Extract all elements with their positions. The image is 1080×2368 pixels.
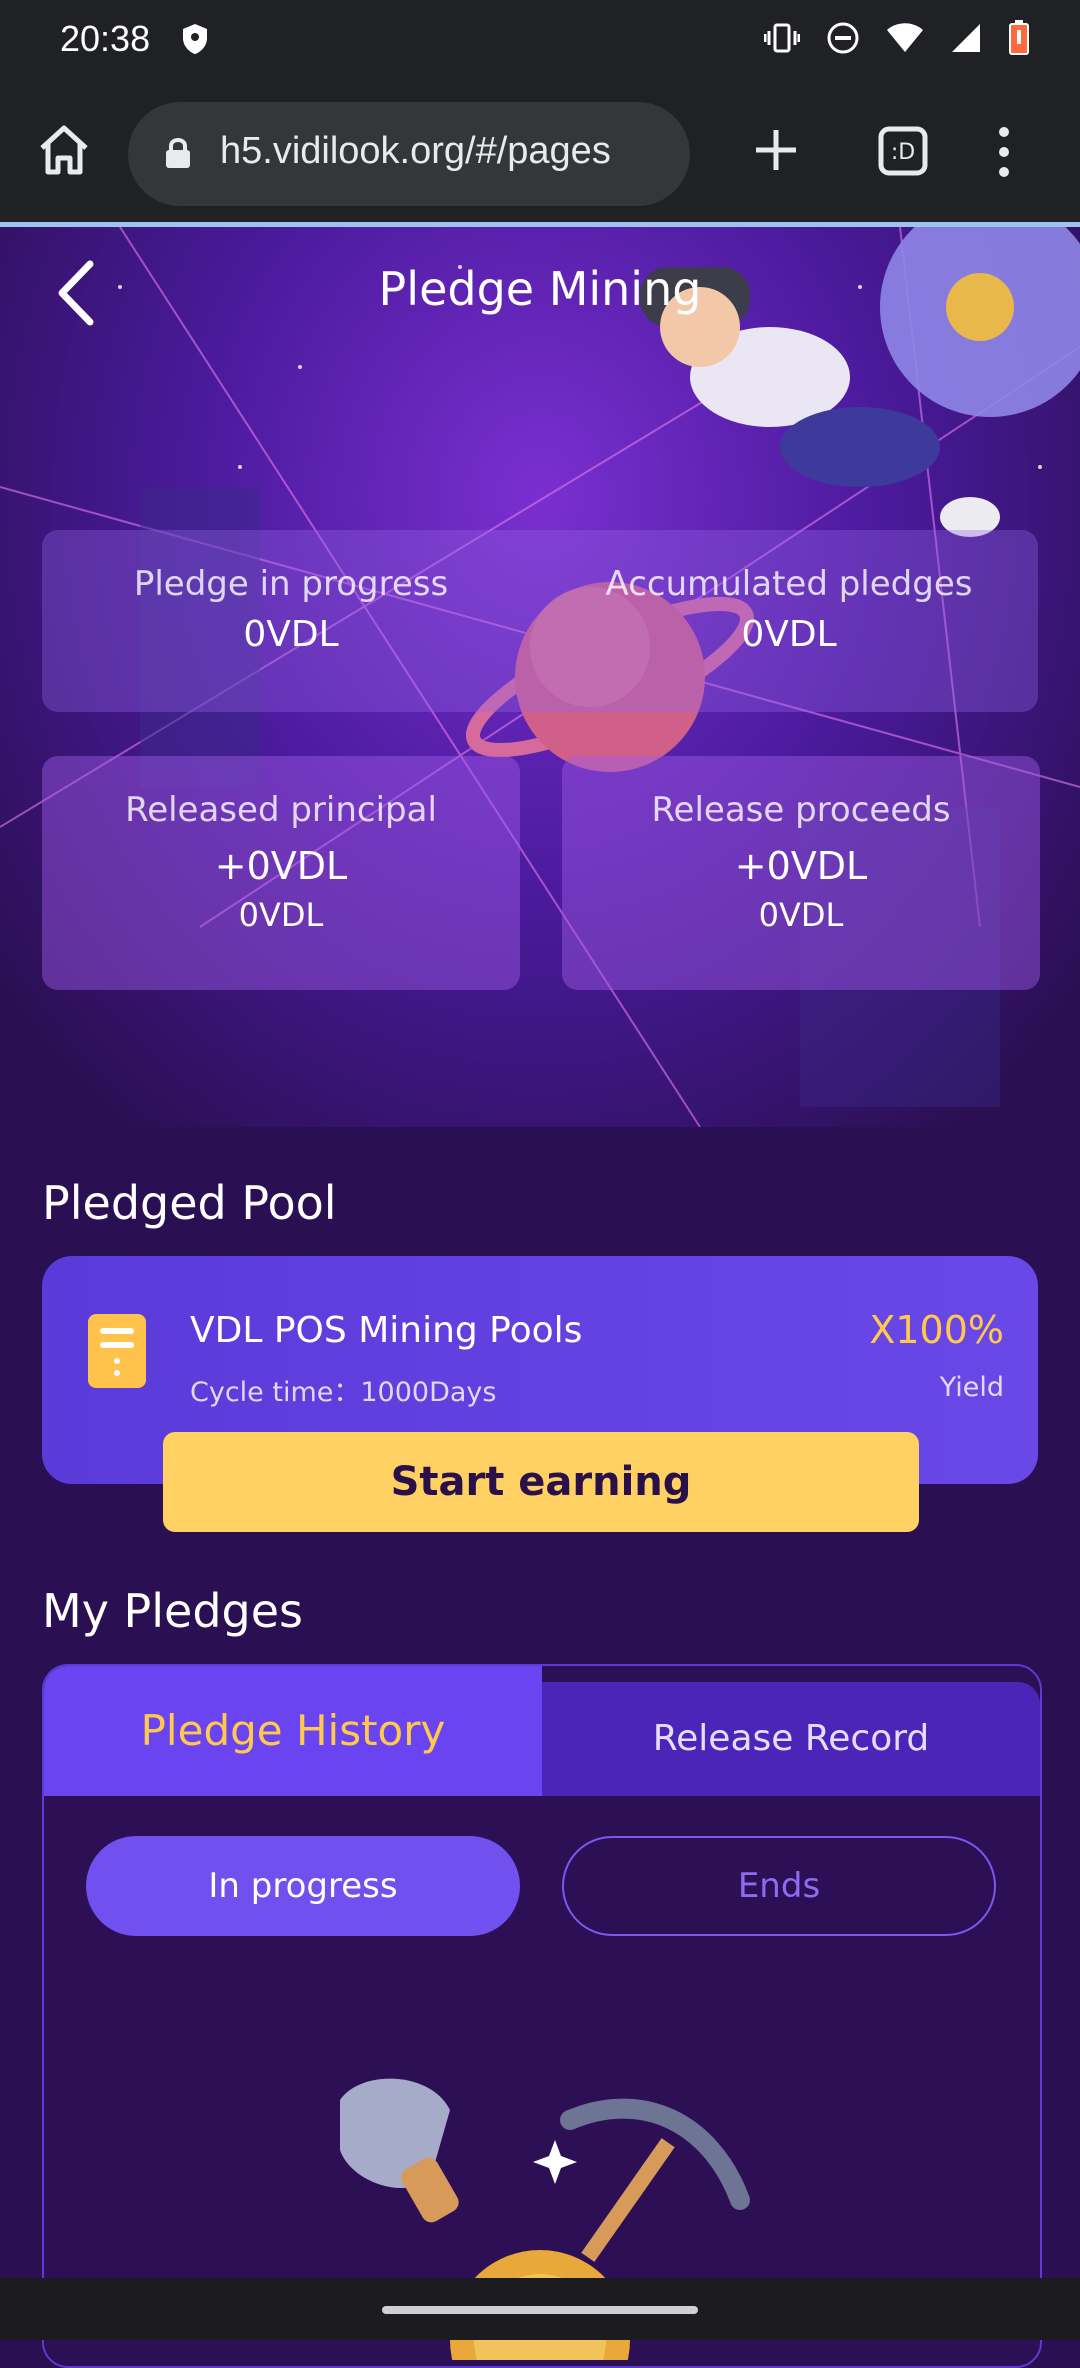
shield-icon xyxy=(183,24,207,54)
released-principal-sub: 0VDL xyxy=(238,896,324,934)
pledge-in-progress: Pledge in progress 0VDL xyxy=(42,564,540,655)
pledge-summary-card: Pledge in progress 0VDL Accumulated pled… xyxy=(42,530,1038,712)
filter-in-progress[interactable]: In progress xyxy=(86,1836,520,1936)
gesture-handle[interactable] xyxy=(382,2306,698,2314)
overflow-menu-icon[interactable] xyxy=(992,124,1016,180)
tab-switcher-icon[interactable]: :D xyxy=(878,126,928,176)
release-proceeds-label: Release proceeds xyxy=(651,790,951,830)
page-title: Pledge Mining xyxy=(378,262,702,316)
wifi-icon xyxy=(887,23,923,52)
my-pledges-title: My Pledges xyxy=(42,1584,304,1638)
pool-yield-label: Yield xyxy=(939,1372,1004,1403)
do-not-disturb-icon xyxy=(827,22,859,54)
released-principal-card: Released principal +0VDL 0VDL xyxy=(42,756,520,990)
released-principal-label: Released principal xyxy=(125,790,437,830)
pledged-pool-title: Pledged Pool xyxy=(42,1176,337,1230)
filter-ends[interactable]: Ends xyxy=(562,1836,996,1936)
accumulated-pledges-label: Accumulated pledges xyxy=(605,564,973,604)
status-time: 20:38 xyxy=(60,18,151,59)
vibrate-icon xyxy=(764,23,800,53)
release-proceeds-sub: 0VDL xyxy=(758,896,844,934)
pool-name: VDL POS Mining Pools xyxy=(190,1310,583,1351)
signal-icon xyxy=(952,24,980,52)
pledge-in-progress-value: 0VDL xyxy=(243,614,339,655)
svg-text::D: :D xyxy=(891,140,915,165)
new-tab-icon[interactable] xyxy=(752,126,800,174)
tab-release-record[interactable]: Release Record xyxy=(542,1682,1040,1796)
accumulated-pledges-value: 0VDL xyxy=(741,614,837,655)
browser-toolbar: h5.vidilook.org/#/pages :D xyxy=(0,80,1080,222)
tab-pledge-history[interactable]: Pledge History xyxy=(44,1666,542,1796)
pool-yield-value: X100% xyxy=(869,1308,1004,1352)
pool-cycle-time: Cycle time：1000Days xyxy=(190,1377,497,1408)
release-proceeds-value: +0VDL xyxy=(734,844,868,888)
lock-icon xyxy=(166,138,190,168)
home-icon[interactable] xyxy=(36,122,92,178)
address-bar[interactable]: h5.vidilook.org/#/pages xyxy=(128,102,690,206)
system-nav-bar xyxy=(0,2278,1080,2340)
released-principal-value: +0VDL xyxy=(214,844,348,888)
battery-icon xyxy=(1009,20,1029,55)
accumulated-pledges: Accumulated pledges 0VDL xyxy=(540,564,1038,655)
document-icon xyxy=(88,1314,146,1388)
release-proceeds-card: Release proceeds +0VDL 0VDL xyxy=(562,756,1040,990)
status-bar: 20:38 xyxy=(0,0,1080,80)
start-earning-button[interactable]: Start earning xyxy=(163,1432,919,1532)
url-text: h5.vidilook.org/#/pages xyxy=(220,130,611,172)
pledge-in-progress-label: Pledge in progress xyxy=(133,564,449,604)
